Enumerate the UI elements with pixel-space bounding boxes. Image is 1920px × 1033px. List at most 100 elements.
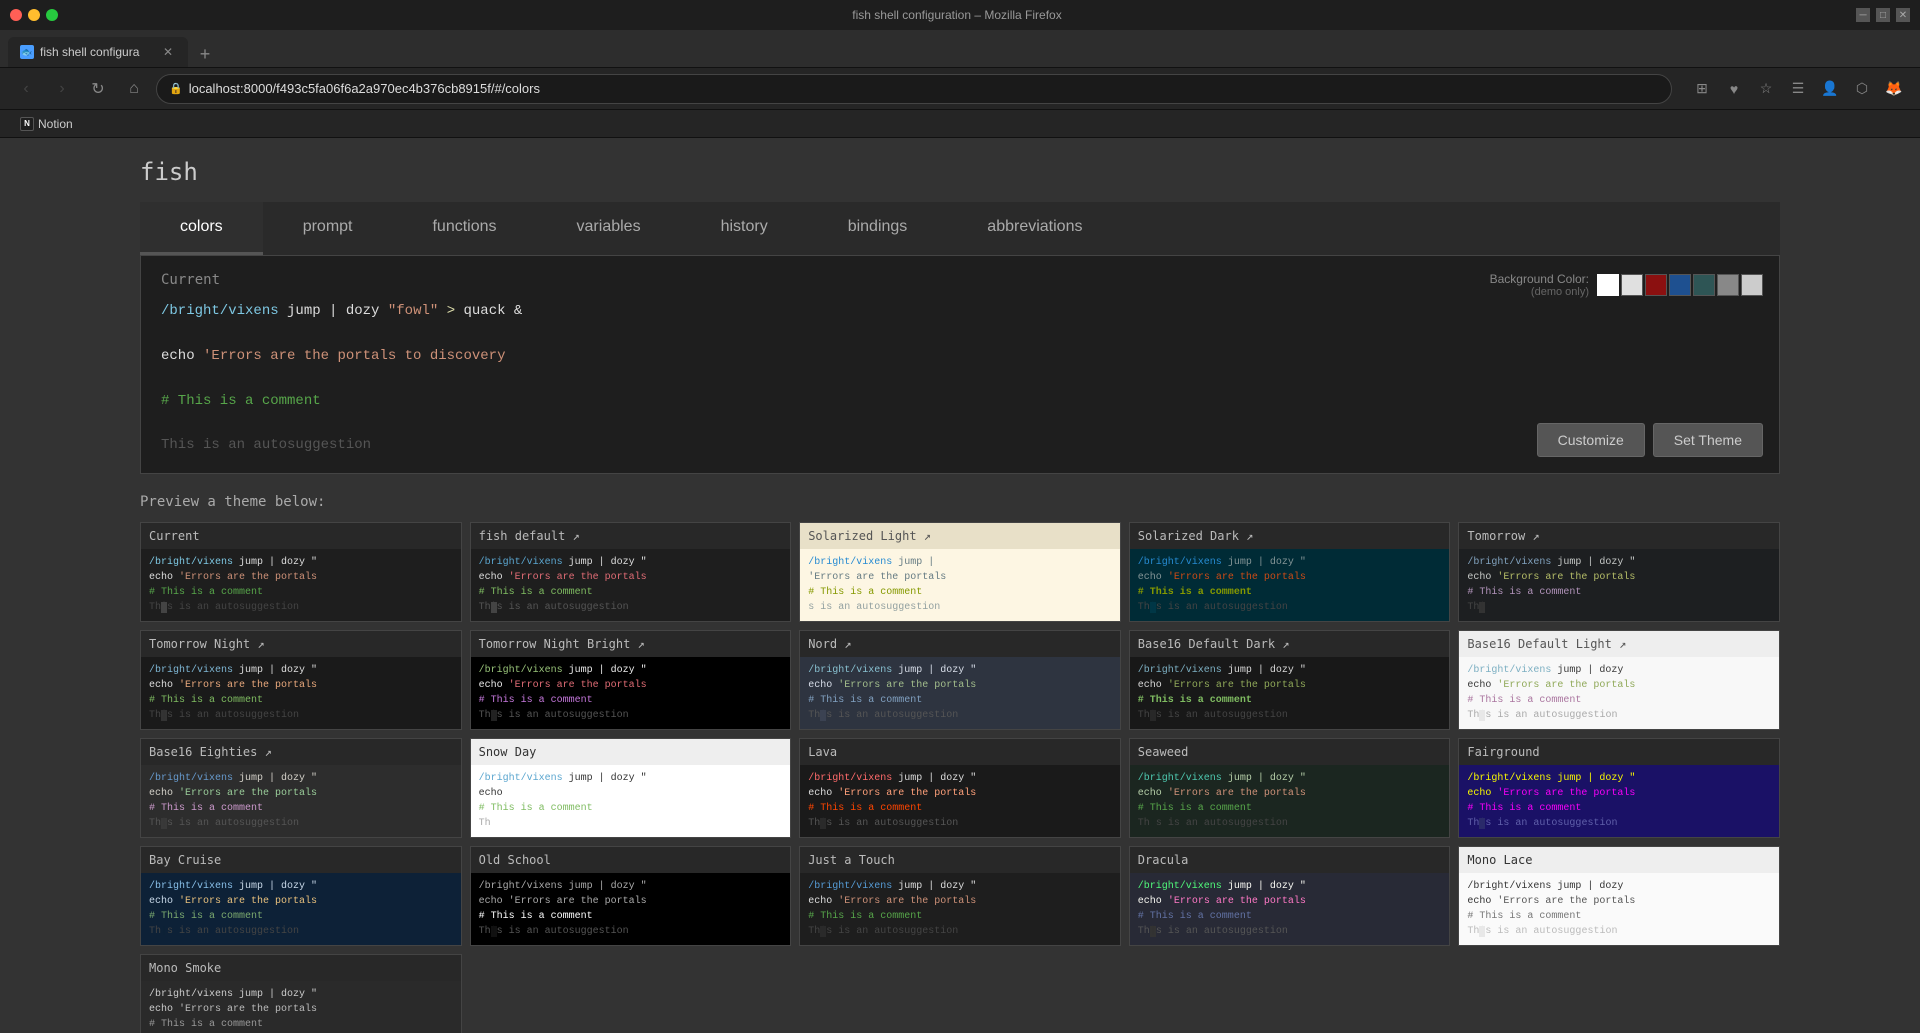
bookmarks-bar: N Notion	[0, 110, 1920, 138]
extensions-btn[interactable]: ⊞	[1688, 75, 1716, 103]
profile-btn[interactable]: 👤	[1816, 75, 1844, 103]
theme-card-tomorrow-night[interactable]: Tomorrow Night ↗ /bright/vixens jump | d…	[140, 630, 462, 730]
tab-navigation: colors prompt functions variables histor…	[140, 202, 1780, 255]
tab-bindings[interactable]: bindings	[808, 202, 948, 255]
theme-preview-bay-cruise: /bright/vixens jump | dozy " echo 'Error…	[141, 873, 461, 945]
tab-variables[interactable]: variables	[537, 202, 681, 255]
theme-name-old-school: Old School	[471, 847, 791, 873]
tab-abbreviations[interactable]: abbreviations	[947, 202, 1122, 255]
theme-card-nord[interactable]: Nord ↗ /bright/vixens jump | dozy " echo…	[799, 630, 1121, 730]
theme-card-tnb[interactable]: Tomorrow Night Bright ↗ /bright/vixens j…	[470, 630, 792, 730]
tab-functions[interactable]: functions	[392, 202, 536, 255]
browser-tab-active[interactable]: 🐟 fish shell configura ✕	[8, 37, 188, 67]
new-tab-btn[interactable]: +	[192, 41, 218, 67]
theme-preview-tomorrow-night: /bright/vixens jump | dozy " echo 'Error…	[141, 657, 461, 729]
theme-name-fish-default: fish default ↗	[471, 523, 791, 549]
theme-name-bay-cruise: Bay Cruise	[141, 847, 461, 873]
action-buttons: Customize Set Theme	[1537, 423, 1763, 457]
url-text: localhost:8000/f493c5fa06f6a2a970ec4b376…	[189, 81, 1659, 96]
traffic-lights	[10, 9, 58, 21]
theme-name-dracula: Dracula	[1130, 847, 1450, 873]
bg-swatch-gray[interactable]	[1717, 274, 1739, 296]
theme-card-base16-light[interactable]: Base16 Default Light ↗ /bright/vixens ju…	[1458, 630, 1780, 730]
bg-swatches	[1597, 274, 1763, 296]
theme-preview-base16-dark: /bright/vixens jump | dozy " echo 'Error…	[1130, 657, 1450, 729]
bg-swatch-silver[interactable]	[1741, 274, 1763, 296]
theme-card-tomorrow[interactable]: Tomorrow ↗ /bright/vixens jump | dozy " …	[1458, 522, 1780, 622]
minimize-btn[interactable]: ─	[1856, 8, 1870, 22]
theme-preview-fairground: /bright/vixens jump | dozy " echo 'Error…	[1459, 765, 1779, 837]
preview-label: Preview a theme below:	[140, 494, 1780, 510]
set-theme-button[interactable]: Set Theme	[1653, 423, 1763, 457]
theme-name-tomorrow: Tomorrow ↗	[1459, 523, 1779, 549]
theme-preview-tomorrow: /bright/vixens jump | dozy " echo 'Error…	[1459, 549, 1779, 621]
theme-card-solarized-dark[interactable]: Solarized Dark ↗ /bright/vixens jump | d…	[1129, 522, 1451, 622]
theme-name-base16-dark: Base16 Default Dark ↗	[1130, 631, 1450, 657]
home-btn[interactable]: ⌂	[120, 75, 148, 103]
window-controls: ─ □ ✕	[1856, 8, 1910, 22]
reload-btn[interactable]: ↻	[84, 75, 112, 103]
close-window-btn[interactable]	[10, 9, 22, 21]
bg-swatch-lightgray[interactable]	[1621, 274, 1643, 296]
theme-card-current[interactable]: Current /bright/vixens jump | dozy " ech…	[140, 522, 462, 622]
theme-card-base16-dark[interactable]: Base16 Default Dark ↗ /bright/vixens jum…	[1129, 630, 1451, 730]
maximize-window-btn[interactable]	[46, 9, 58, 21]
minimize-window-btn[interactable]	[28, 9, 40, 21]
bg-swatch-white[interactable]	[1597, 274, 1619, 296]
theme-preview-lava: /bright/vixens jump | dozy " echo 'Error…	[800, 765, 1120, 837]
theme-preview-nord: /bright/vixens jump | dozy " echo 'Error…	[800, 657, 1120, 729]
customize-button[interactable]: Customize	[1537, 423, 1645, 457]
theme-preview-base16-light: /bright/vixens jump | dozy echo 'Errors …	[1459, 657, 1779, 729]
theme-name-base16-eighties: Base16 Eighties ↗	[141, 739, 461, 765]
pocket-btn[interactable]: ♥	[1720, 75, 1748, 103]
theme-name-tomorrow-night: Tomorrow Night ↗	[141, 631, 461, 657]
bg-swatch-red[interactable]	[1645, 274, 1667, 296]
nav-bar: ‹ › ↻ ⌂ 🔒 localhost:8000/f493c5fa06f6a2a…	[0, 68, 1920, 110]
forward-btn[interactable]: ›	[48, 75, 76, 103]
theme-preview-solarized-dark: /bright/vixens jump | dozy " echo 'Error…	[1130, 549, 1450, 621]
theme-card-just-a-touch[interactable]: Just a Touch /bright/vixens jump | dozy …	[799, 846, 1121, 946]
tab-prompt[interactable]: prompt	[263, 202, 393, 255]
security-icon: 🔒	[169, 82, 183, 95]
theme-card-mono-smoke[interactable]: Mono Smoke /bright/vixens jump | dozy " …	[140, 954, 462, 1033]
container-btn[interactable]: ⬡	[1848, 75, 1876, 103]
theme-preview-current: /bright/vixens jump | dozy " echo 'Error…	[141, 549, 461, 621]
close-btn[interactable]: ✕	[1896, 8, 1910, 22]
menu-btn[interactable]: ☰	[1784, 75, 1812, 103]
theme-card-snow-day[interactable]: Snow Day /bright/vixens jump | dozy " ec…	[470, 738, 792, 838]
theme-card-mono-lace[interactable]: Mono Lace /bright/vixens jump | dozy ech…	[1458, 846, 1780, 946]
bg-swatch-teal[interactable]	[1693, 274, 1715, 296]
nav-icons: ⊞ ♥ ☆ ☰ 👤 ⬡ 🦊	[1688, 75, 1908, 103]
addon-btn[interactable]: 🦊	[1880, 75, 1908, 103]
theme-card-dracula[interactable]: Dracula /bright/vixens jump | dozy " ech…	[1129, 846, 1451, 946]
theme-name-just-a-touch: Just a Touch	[800, 847, 1120, 873]
theme-card-seaweed[interactable]: Seaweed /bright/vixens jump | dozy " ech…	[1129, 738, 1451, 838]
theme-card-bay-cruise[interactable]: Bay Cruise /bright/vixens jump | dozy " …	[140, 846, 462, 946]
theme-card-lava[interactable]: Lava /bright/vixens jump | dozy " echo '…	[799, 738, 1121, 838]
bg-swatch-blue[interactable]	[1669, 274, 1691, 296]
theme-preview-just-a-touch: /bright/vixens jump | dozy " echo 'Error…	[800, 873, 1120, 945]
tab-history[interactable]: history	[681, 202, 808, 255]
title-bar: fish shell configuration – Mozilla Firef…	[0, 0, 1920, 30]
theme-name-seaweed: Seaweed	[1130, 739, 1450, 765]
restore-btn[interactable]: □	[1876, 8, 1890, 22]
back-btn[interactable]: ‹	[12, 75, 40, 103]
bookmark-notion[interactable]: N Notion	[12, 115, 81, 133]
theme-name-solarized-light: Solarized Light ↗	[800, 523, 1120, 549]
theme-name-nord: Nord ↗	[800, 631, 1120, 657]
theme-card-fairground[interactable]: Fairground /bright/vixens jump | dozy " …	[1458, 738, 1780, 838]
theme-card-old-school[interactable]: Old School /bright/vixens jump | dozy " …	[470, 846, 792, 946]
theme-name-snow-day: Snow Day	[471, 739, 791, 765]
theme-card-fish-default[interactable]: fish default ↗ /bright/vixens jump | doz…	[470, 522, 792, 622]
theme-card-base16-eighties[interactable]: Base16 Eighties ↗ /bright/vixens jump | …	[140, 738, 462, 838]
theme-name-fairground: Fairground	[1459, 739, 1779, 765]
url-bar[interactable]: 🔒 localhost:8000/f493c5fa06f6a2a970ec4b3…	[156, 74, 1672, 104]
tab-close-btn[interactable]: ✕	[160, 44, 176, 60]
bg-color-section: Background Color: (demo only)	[1490, 272, 1763, 298]
tab-colors[interactable]: colors	[140, 202, 263, 255]
theme-preview-base16-eighties: /bright/vixens jump | dozy " echo 'Error…	[141, 765, 461, 837]
theme-card-solarized-light[interactable]: Solarized Light ↗ /bright/vixens jump | …	[799, 522, 1121, 622]
code-line-2: echo 'Errors are the portals to discover…	[161, 345, 1759, 367]
code-line-3: # This is a comment	[161, 390, 1759, 412]
bookmark-btn[interactable]: ☆	[1752, 75, 1780, 103]
